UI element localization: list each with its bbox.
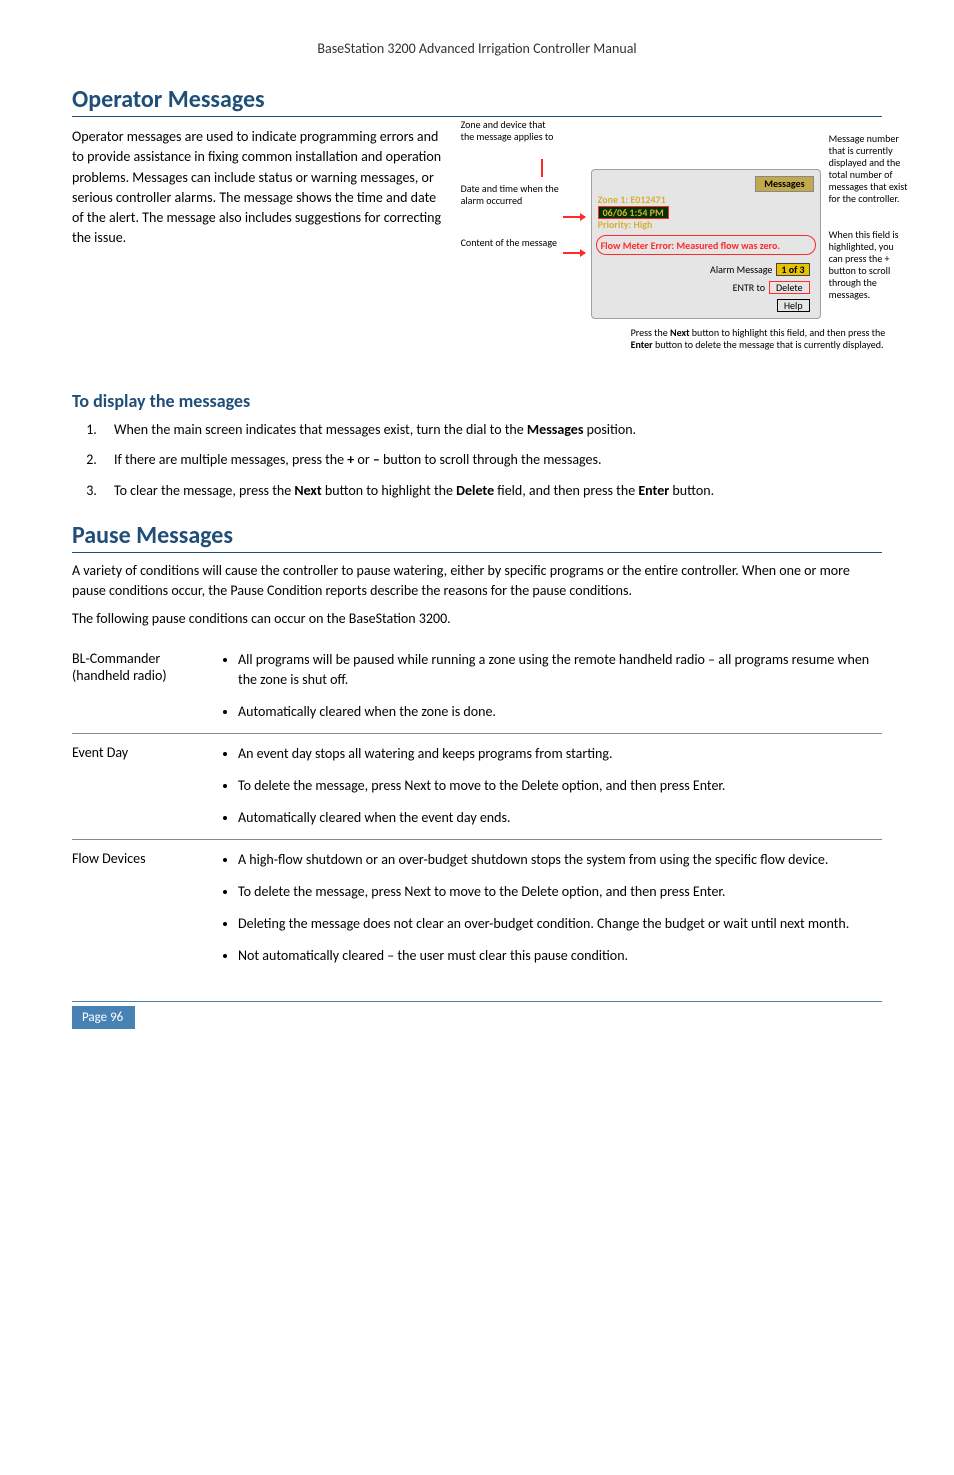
doc-header-title: BaseStation 3200 Advanced Irrigation Con… [72, 40, 882, 57]
cond-name-1: Event Day [72, 744, 212, 829]
pause-para1: A variety of conditions will cause the c… [72, 561, 882, 602]
cond-2-item-1: To delete the message, press Next to mov… [238, 882, 882, 902]
step-3: To clear the message, press the Next but… [100, 481, 882, 501]
cond-0-item-1: Automatically cleared when the zone is d… [238, 702, 882, 722]
cond-1-item-2: Automatically cleared when the event day… [238, 808, 882, 828]
entr-row: ENTR to Delete [733, 281, 810, 295]
callout-date-label: Date and time when the alarm occurred [461, 183, 561, 206]
callout-zone-label: Zone and device that the message applies… [461, 119, 561, 142]
cond-1-item-0: An event day stops all watering and keep… [238, 744, 882, 764]
page-footer: Page 96 [72, 1001, 882, 1029]
error-line: Flow Meter Error: Measured flow was zero… [601, 240, 811, 252]
cond-1-item-1: To delete the message, press Next to mov… [238, 776, 882, 796]
cond-name-2: Flow Devices [72, 850, 212, 967]
alarm-label: Alarm Message [710, 264, 772, 276]
messages-titlebar: Messages [755, 176, 813, 192]
pause-heading: Pause Messages [72, 521, 882, 553]
callout-content-label: Content of the message [461, 237, 561, 249]
cond-0-item-0: All programs will be paused while runnin… [238, 650, 882, 691]
cond-2-item-0: A high-flow shutdown or an over-budget s… [238, 850, 882, 870]
pause-para2: The following pause conditions can occur… [72, 609, 882, 629]
cond-name-0: BL-Commander (handheld radio) [72, 650, 212, 723]
conditions-table: BL-Commander (handheld radio) All progra… [72, 640, 882, 977]
device-screen: Messages Zone 1: E012471 06/06 1:54 PM P… [591, 169, 821, 319]
alarm-row: Alarm Message 1 of 3 [710, 263, 810, 277]
step-1: When the main screen indicates that mess… [100, 420, 882, 440]
priority-line: Priority: High [598, 219, 814, 231]
alarm-counter: 1 of 3 [776, 263, 809, 277]
cond-2-item-3: Not automatically cleared – the user mus… [238, 946, 882, 966]
steps-list: When the main screen indicates that mess… [72, 420, 882, 501]
callout-msgnum: Message number that is currently display… [829, 133, 909, 205]
date-box: 06/06 1:54 PM [598, 206, 669, 220]
cond-2-item-2: Deleting the message does not clear an o… [238, 914, 882, 934]
help-row: Help [777, 299, 810, 313]
entr-label: ENTR to [733, 282, 765, 294]
delete-field: Delete [769, 281, 810, 295]
arrow-icon [563, 245, 585, 257]
operator-heading: Operator Messages [72, 85, 882, 117]
callout-scroll: When this field is highlighted, you can … [829, 229, 909, 301]
page-number: Page 96 [72, 1006, 135, 1029]
operator-paragraph: Operator messages are used to indicate p… [72, 127, 445, 249]
callout-delete-note: Press the Next button to highlight this … [631, 327, 891, 351]
zone-line: Zone 1: E012471 [598, 194, 814, 206]
step-2: If there are multiple messages, press th… [100, 450, 882, 470]
messages-diagram: Zone and device that the message applies… [461, 119, 901, 374]
arrow-icon [563, 209, 585, 221]
help-field: Help [777, 299, 810, 313]
display-messages-heading: To display the messages [72, 390, 882, 412]
